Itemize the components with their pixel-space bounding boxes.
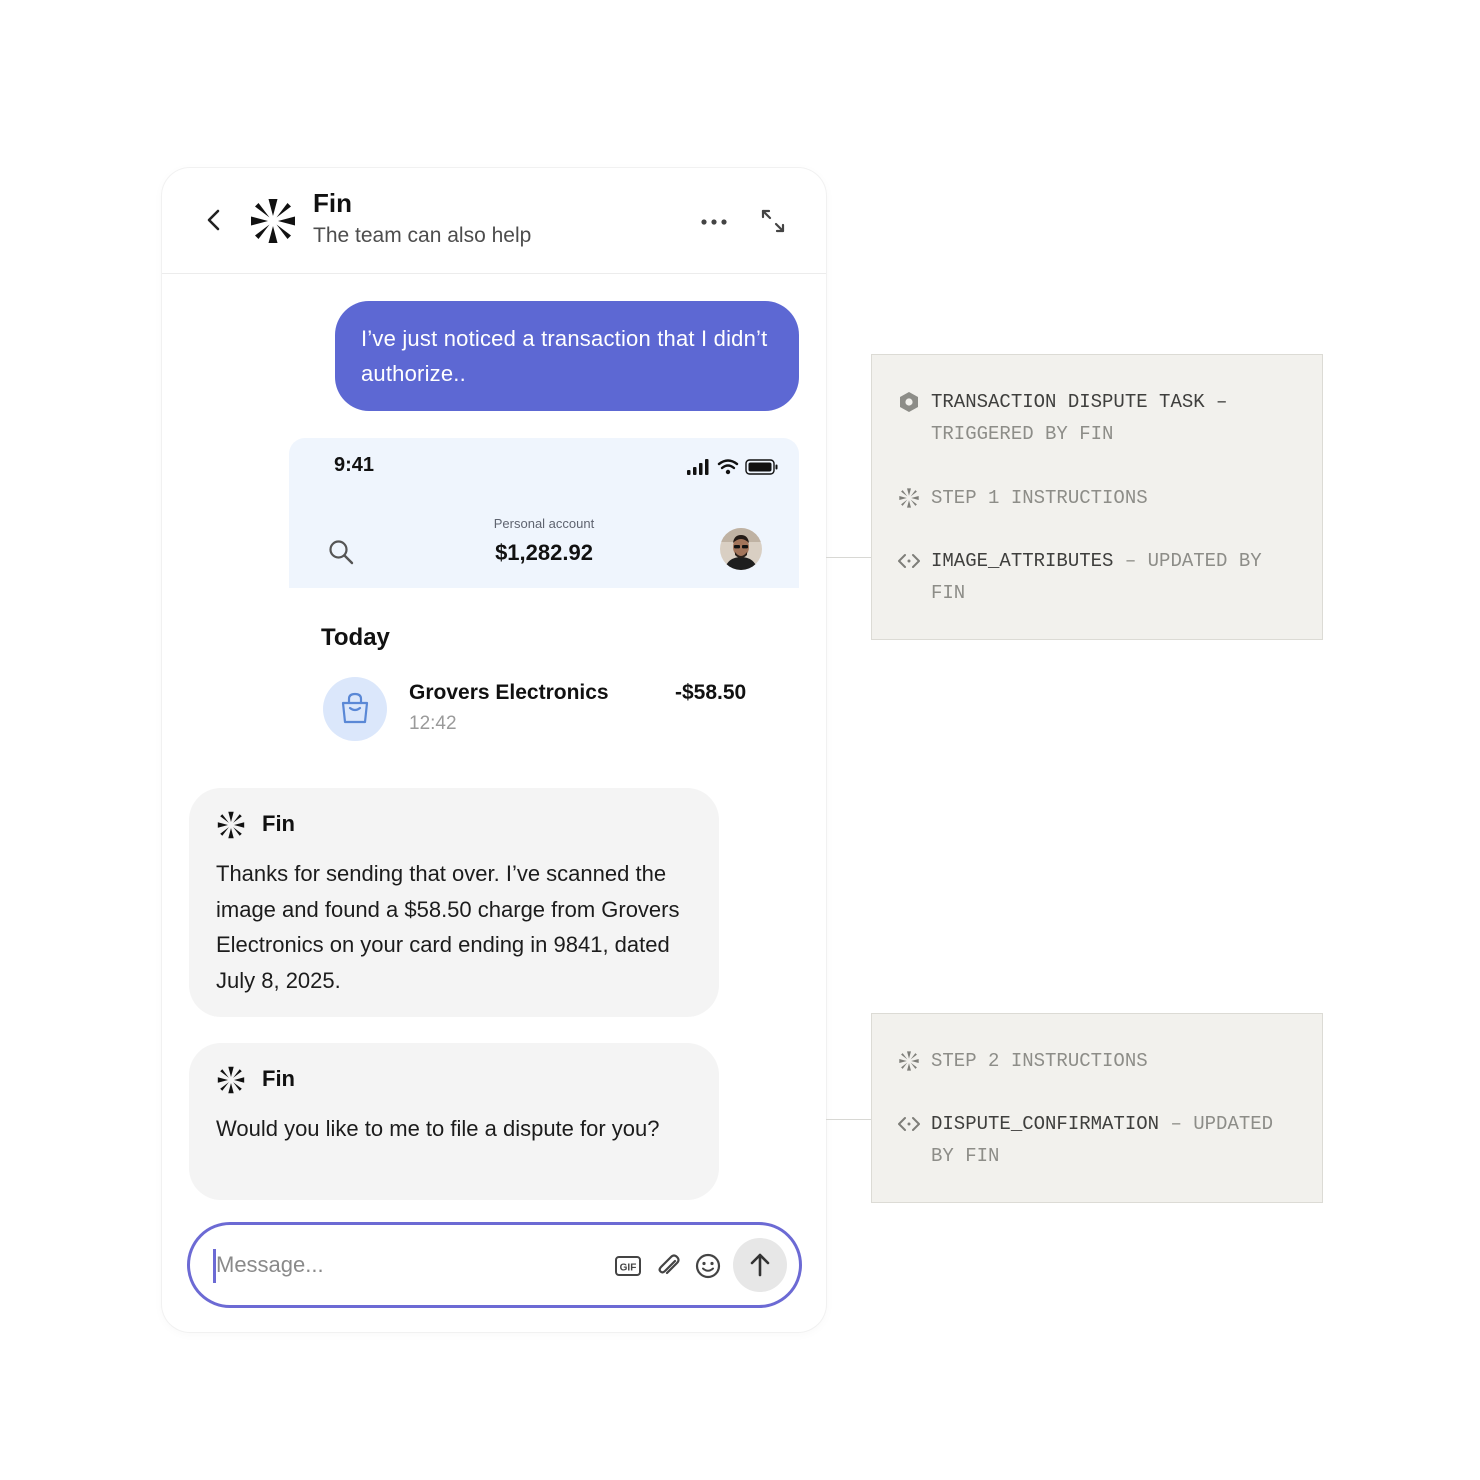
back-arrow-icon[interactable] bbox=[200, 206, 228, 234]
code-brackets-icon bbox=[898, 1117, 920, 1131]
fin-message-text: Thanks for sending that over. I’ve scann… bbox=[216, 861, 680, 993]
fin-sender-name: Fin bbox=[262, 811, 295, 836]
transaction-merchant[interactable]: Grovers Electronics bbox=[409, 681, 609, 705]
avatar[interactable] bbox=[720, 528, 762, 570]
fin-message-bubble: Fin Would you like to me to file a dispu… bbox=[189, 1043, 719, 1200]
header-title: Fin bbox=[313, 188, 352, 218]
event-title: STEP 2 INSTRUCTIONS bbox=[931, 1050, 1148, 1072]
paperclip-icon[interactable] bbox=[654, 1252, 682, 1280]
account-balance: $1,282.92 bbox=[495, 540, 593, 565]
gif-icon[interactable]: GIF bbox=[614, 1254, 642, 1278]
fin-sender-name: Fin bbox=[262, 1066, 295, 1091]
fin-message-text: Would you like to me to file a dispute f… bbox=[216, 1116, 660, 1141]
send-button[interactable] bbox=[733, 1238, 787, 1292]
chat-window: Fin The team can also help I’ve just not… bbox=[162, 168, 826, 1332]
svg-text:GIF: GIF bbox=[620, 1263, 637, 1274]
connector-line bbox=[826, 1119, 872, 1120]
user-message-bubble: I’ve just noticed a transaction that I d… bbox=[335, 301, 799, 411]
event-title: STEP 1 INSTRUCTIONS bbox=[931, 487, 1148, 509]
workflow-events-panel: STEP 2 INSTRUCTIONS DISPUTE_CONFIRMATION… bbox=[871, 1013, 1323, 1203]
status-bar-icons bbox=[687, 459, 778, 475]
account-label: Personal account bbox=[493, 516, 595, 531]
fin-logo-icon bbox=[216, 1065, 246, 1095]
arrow-up-icon bbox=[750, 1253, 770, 1277]
hexagon-task-icon bbox=[900, 392, 918, 412]
header-subtitle: The team can also help bbox=[313, 224, 532, 247]
message-input[interactable] bbox=[216, 1243, 596, 1287]
workflow-events-panel: TRANSACTION DISPUTE TASK – TRIGGERED BY … bbox=[871, 354, 1323, 640]
expand-icon[interactable] bbox=[760, 208, 786, 234]
emoji-icon[interactable] bbox=[694, 1252, 722, 1280]
transaction-screenshot: 9:41 Personal account $1,282.92 bbox=[289, 438, 799, 588]
search-icon[interactable] bbox=[327, 538, 355, 566]
transaction-time: 12:42 bbox=[409, 713, 457, 734]
fin-logo-icon bbox=[898, 1050, 920, 1072]
shopping-bag-icon bbox=[323, 677, 387, 741]
chat-header: Fin The team can also help bbox=[162, 168, 826, 274]
fin-logo-icon bbox=[216, 810, 246, 840]
fin-message-bubble: Fin Thanks for sending that over. I’ve s… bbox=[189, 788, 719, 1017]
fin-logo-icon bbox=[898, 487, 920, 509]
phone-status-time: 9:41 bbox=[334, 454, 375, 476]
event-title: IMAGE_ATTRIBUTES bbox=[931, 550, 1114, 572]
section-heading-today: Today bbox=[321, 624, 390, 651]
event-title: TRANSACTION DISPUTE TASK – bbox=[931, 391, 1228, 413]
code-brackets-icon bbox=[898, 554, 920, 568]
event-detail: TRIGGERED BY FIN bbox=[931, 423, 1114, 445]
more-options-icon[interactable] bbox=[698, 208, 730, 236]
message-composer[interactable]: GIF bbox=[187, 1222, 802, 1308]
event-title: DISPUTE_CONFIRMATION bbox=[931, 1113, 1160, 1135]
fin-logo-icon bbox=[248, 196, 298, 246]
transaction-amount: -$58.50 bbox=[675, 681, 747, 704]
connector-line bbox=[826, 557, 872, 558]
